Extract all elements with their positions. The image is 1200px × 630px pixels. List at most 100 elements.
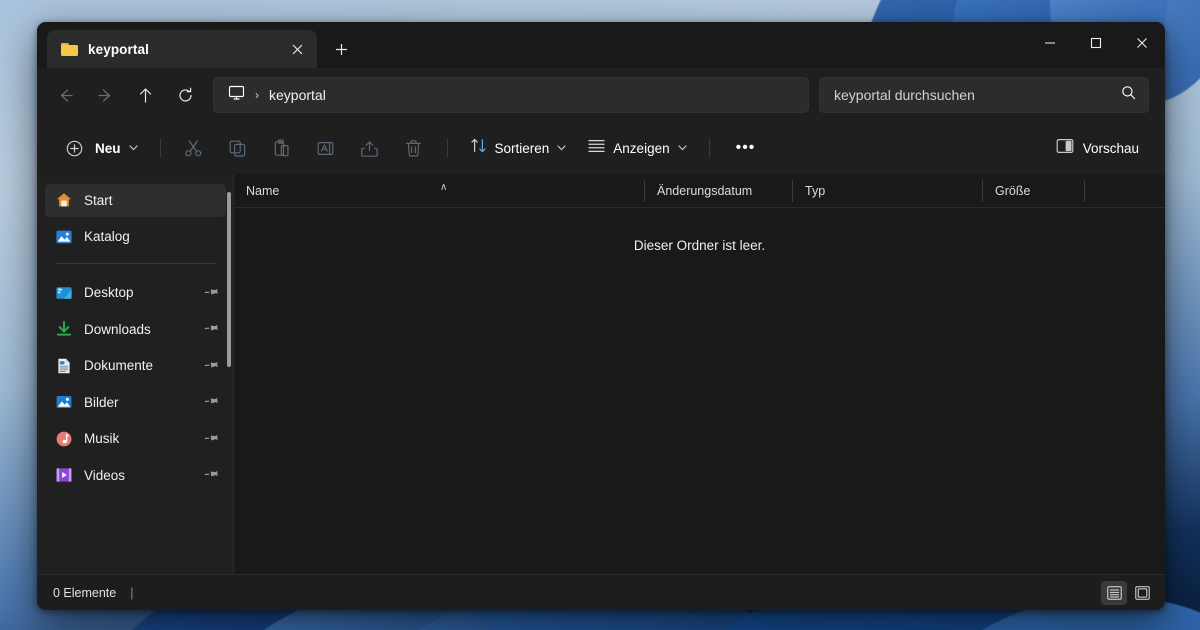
preview-pane-icon [1056, 138, 1074, 159]
window-body: Start Katalog [37, 174, 1165, 574]
sidebar-divider [55, 263, 216, 264]
sidebar-item-label: Desktop [84, 285, 194, 300]
new-button[interactable]: Neu [55, 131, 148, 165]
column-header-size[interactable]: Größe [982, 180, 1084, 202]
address-bar-row: › keyportal keyportal durchsuchen [37, 68, 1165, 122]
sidebar-item-label: Musik [84, 431, 194, 446]
sidebar-item-label: Videos [84, 468, 194, 483]
plus-circle-icon [61, 131, 87, 165]
file-list-pane: Name ∧ Änderungsdatum Typ Größe Die [234, 174, 1165, 574]
breadcrumb[interactable]: › keyportal [213, 77, 809, 113]
rename-button[interactable] [305, 131, 347, 165]
paste-button[interactable] [261, 131, 303, 165]
pin-icon[interactable] [201, 392, 221, 413]
view-button-label: Anzeigen [613, 141, 669, 156]
sidebar-item-label: Downloads [84, 322, 194, 337]
search-input[interactable]: keyportal durchsuchen [819, 77, 1149, 113]
chevron-down-icon [557, 143, 566, 153]
navigation-sidebar: Start Katalog [37, 174, 234, 574]
sidebar-item-desktop[interactable]: Desktop [45, 276, 226, 309]
column-header-type[interactable]: Typ [792, 180, 982, 202]
title-bar: keyportal [37, 22, 1165, 68]
pin-icon[interactable] [201, 465, 221, 486]
up-arrow-icon[interactable] [125, 78, 165, 112]
sidebar-item-katalog[interactable]: Katalog [45, 220, 226, 253]
pictures-icon [55, 393, 73, 411]
toolbar-divider [709, 138, 710, 158]
tab-title: keyportal [88, 42, 273, 57]
new-tab-button[interactable] [327, 35, 355, 63]
more-options-button[interactable]: ••• [722, 131, 770, 165]
sidebar-item-label: Katalog [84, 229, 218, 244]
view-button[interactable]: Anzeigen [578, 131, 696, 165]
folder-icon [61, 42, 78, 56]
sidebar-scrollbar[interactable] [227, 192, 231, 367]
sidebar-item-videos[interactable]: Videos [45, 459, 226, 492]
pin-icon[interactable] [201, 428, 221, 449]
refresh-icon[interactable] [165, 78, 205, 112]
pin-icon[interactable] [201, 282, 221, 303]
search-placeholder: keyportal durchsuchen [834, 87, 975, 103]
new-button-label: Neu [95, 141, 121, 156]
gallery-icon [55, 228, 73, 246]
sidebar-item-downloads[interactable]: Downloads [45, 313, 226, 346]
command-toolbar: Neu [37, 122, 1165, 174]
music-icon [55, 430, 73, 448]
forward-arrow-icon[interactable] [85, 78, 125, 112]
video-icon [55, 466, 73, 484]
status-separator: | [130, 586, 133, 600]
sidebar-item-label: Dokumente [84, 358, 194, 373]
preview-pane-button[interactable]: Vorschau [1046, 131, 1149, 165]
sidebar-item-bilder[interactable]: Bilder [45, 386, 226, 419]
this-pc-monitor-icon[interactable] [228, 85, 245, 106]
column-header-label: Name [246, 184, 279, 198]
sort-arrows-icon [470, 137, 487, 159]
sort-button[interactable]: Sortieren [460, 131, 577, 165]
preview-pane-label: Vorschau [1083, 141, 1139, 156]
item-count-label: 0 Elemente [53, 586, 116, 600]
file-list[interactable]: Dieser Ordner ist leer. [234, 208, 1165, 574]
minimize-button[interactable] [1027, 22, 1073, 64]
chevron-down-icon [678, 143, 687, 153]
sort-button-label: Sortieren [495, 141, 550, 156]
search-icon[interactable] [1121, 85, 1136, 105]
tab-keyportal[interactable]: keyportal [47, 30, 317, 68]
close-button[interactable] [1119, 22, 1165, 64]
sort-ascending-icon: ∧ [440, 182, 447, 193]
back-arrow-icon[interactable] [45, 78, 85, 112]
file-explorer-window: keyportal [37, 22, 1165, 610]
sidebar-item-label: Start [84, 193, 218, 208]
share-button[interactable] [349, 131, 391, 165]
large-icons-view-icon[interactable] [1129, 581, 1155, 605]
column-header-date[interactable]: Änderungsdatum [644, 180, 792, 202]
sidebar-item-label: Bilder [84, 395, 194, 410]
toolbar-divider [160, 138, 161, 158]
desktop-wallpaper: keyportal [0, 0, 1200, 630]
column-header-label: Größe [995, 184, 1030, 198]
pin-icon[interactable] [201, 355, 221, 376]
column-header-extra[interactable] [1084, 180, 1124, 202]
pin-icon[interactable] [201, 319, 221, 340]
empty-folder-message: Dieser Ordner ist leer. [234, 238, 1165, 253]
window-controls [1027, 22, 1165, 64]
tab-strip: keyportal [37, 22, 355, 68]
status-bar: 0 Elemente | [37, 574, 1165, 610]
breadcrumb-current[interactable]: keyportal [269, 87, 326, 103]
toolbar-divider [447, 138, 448, 158]
document-icon [55, 357, 73, 375]
tab-close-icon[interactable] [283, 35, 311, 63]
download-icon [55, 320, 73, 338]
column-header-name[interactable]: Name ∧ [234, 180, 644, 202]
maximize-button[interactable] [1073, 22, 1119, 64]
sidebar-item-start[interactable]: Start [45, 184, 226, 217]
details-view-icon[interactable] [1101, 581, 1127, 605]
column-header-label: Änderungsdatum [657, 184, 752, 198]
sidebar-item-musik[interactable]: Musik [45, 422, 226, 455]
sidebar-item-dokumente[interactable]: Dokumente [45, 349, 226, 382]
cut-button[interactable] [173, 131, 215, 165]
list-lines-icon [588, 139, 605, 158]
copy-button[interactable] [217, 131, 259, 165]
delete-button[interactable] [393, 131, 435, 165]
column-headers: Name ∧ Änderungsdatum Typ Größe [234, 174, 1165, 208]
chevron-down-icon [129, 143, 138, 153]
